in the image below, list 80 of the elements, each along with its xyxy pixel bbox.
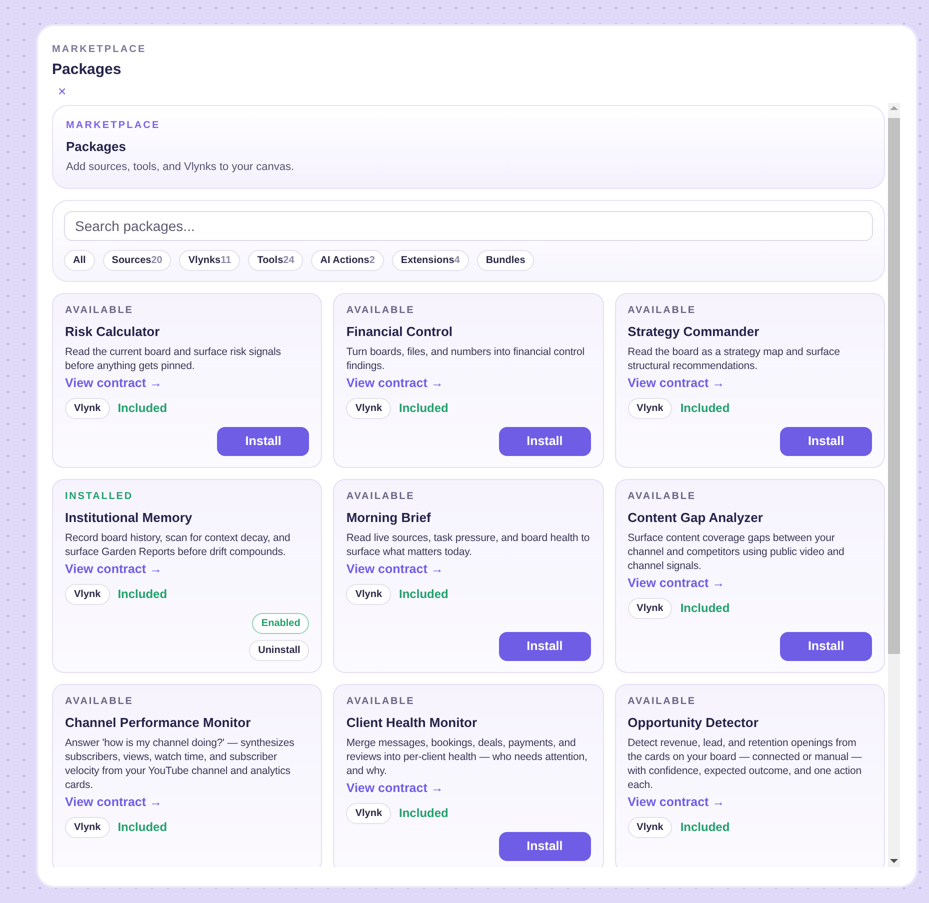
status-label: AVAILABLE — [346, 490, 416, 504]
package-title: Client Health Monitor — [346, 714, 478, 730]
package-description: Surface content coverage gaps between your channel and competitors using public video and channel signals. — [628, 530, 846, 572]
view-contract-link[interactable]: View contract → — [346, 560, 444, 578]
status-label: AVAILABLE — [346, 304, 416, 318]
type-tag: Vlynk — [346, 584, 392, 604]
price-label: Included — [680, 600, 730, 617]
install-button[interactable]: Install — [498, 632, 591, 660]
view-contract-link[interactable]: View contract → — [628, 574, 725, 592]
dialog-eyebrow: MARKETPLACE — [52, 43, 148, 57]
type-tag: Vlynk — [346, 398, 392, 418]
type-tag: Vlynk — [65, 816, 110, 838]
search-field[interactable]: Search packages... — [64, 210, 873, 240]
package-description: Read the current board and surface risk signals before anything gets pinned. — [65, 344, 282, 372]
enabled-toggle[interactable]: Enabled — [252, 612, 310, 634]
hero-title: Packages — [66, 138, 127, 156]
package-description: Record board history, scan for context decay, and surface Garden Reports before drift compounds. — [65, 530, 292, 558]
package-title: Channel Performance Monitor — [65, 714, 252, 730]
filter-chip[interactable]: AI Actions2 — [311, 250, 384, 270]
price-label: Included — [399, 400, 448, 417]
price-label: Included — [118, 586, 168, 603]
view-contract-link[interactable]: View contract → — [628, 374, 725, 392]
view-contract-link[interactable]: View contract → — [65, 792, 162, 810]
package-description: Read live sources, task pressure, and board health to surface what matters today. — [346, 530, 591, 558]
dialog-title: Packages — [52, 60, 122, 80]
package-description: Merge messages, bookings, deals, payments, and reviews into per-client health — who needs attention, and why. — [346, 736, 588, 778]
price-label: Included — [680, 400, 730, 417]
view-contract-link[interactable]: View contract → — [346, 778, 444, 796]
install-button[interactable]: Install — [780, 426, 872, 456]
price-label: Included — [399, 586, 448, 603]
install-button[interactable]: Install — [217, 426, 310, 456]
package-title: Strategy Commander — [628, 322, 760, 340]
package-description: Read the board as a strategy map and surface structural recommendations. — [628, 344, 841, 372]
view-contract-link[interactable]: View contract → — [346, 374, 444, 392]
status-label: AVAILABLE — [346, 694, 416, 708]
package-description: Turn boards, files, and numbers into financial control findings. — [346, 344, 586, 372]
status-label: INSTALLED — [65, 490, 134, 504]
status-label: AVAILABLE — [65, 304, 134, 318]
price-label: Included — [399, 805, 448, 822]
filter-chip[interactable]: Bundles — [476, 250, 534, 270]
install-button[interactable]: Install — [498, 832, 591, 860]
status-label: AVAILABLE — [628, 490, 697, 504]
status-label: AVAILABLE — [628, 304, 697, 318]
hero-subtitle: Add sources, tools, and Vlynks to your canvas. — [66, 160, 296, 175]
filter-chip[interactable]: Sources20 — [102, 250, 172, 270]
scroll-down-icon[interactable] — [890, 858, 898, 862]
status-label: AVAILABLE — [628, 694, 697, 708]
type-tag: Vlynk — [65, 398, 110, 418]
package-description: Detect revenue, lead, and retention openings from the cards on your board — connected or manual — with confidence, expected outcome, and one action each. — [628, 736, 863, 792]
type-tag: Vlynk — [628, 816, 672, 838]
uninstall-button[interactable]: Uninstall — [249, 640, 310, 660]
price-label: Included — [118, 819, 168, 836]
package-title: Opportunity Detector — [628, 714, 760, 730]
type-tag: Vlynk — [65, 584, 110, 604]
filter-chip[interactable]: Vlynks11 — [179, 250, 240, 270]
package-title: Morning Brief — [346, 508, 432, 526]
filter-chip[interactable]: All — [64, 250, 95, 270]
price-label: Included — [118, 400, 168, 417]
package-title: Financial Control — [346, 322, 454, 340]
filter-chip[interactable]: Extensions4 — [392, 250, 469, 270]
scroll-up-icon[interactable] — [890, 106, 898, 110]
package-description: Answer 'how is my channel doing?' — synthesizes subscribers, views, watch time, and subscriber velocity from your YouTube channel and analytics cards. — [65, 736, 296, 792]
price-label: Included — [680, 819, 730, 836]
type-tag: Vlynk — [346, 802, 392, 824]
view-contract-link[interactable]: View contract → — [65, 374, 162, 392]
package-title: Risk Calculator — [65, 322, 161, 340]
type-tag: Vlynk — [628, 598, 672, 618]
package-title: Institutional Memory — [65, 508, 194, 526]
close-button[interactable]: × — [58, 82, 66, 98]
hero-eyebrow: MARKETPLACE — [66, 118, 162, 132]
install-button[interactable]: Install — [498, 426, 591, 456]
status-label: AVAILABLE — [65, 694, 134, 708]
scrollbar[interactable] — [888, 102, 900, 866]
type-tag: Vlynk — [628, 398, 672, 418]
scrollbar-thumb[interactable] — [888, 118, 900, 654]
view-contract-link[interactable]: View contract → — [628, 792, 725, 810]
filter-chip[interactable]: Tools24 — [248, 250, 304, 270]
install-button[interactable]: Install — [780, 632, 872, 660]
package-title: Content Gap Analyzer — [628, 508, 764, 526]
view-contract-link[interactable]: View contract → — [65, 560, 162, 578]
